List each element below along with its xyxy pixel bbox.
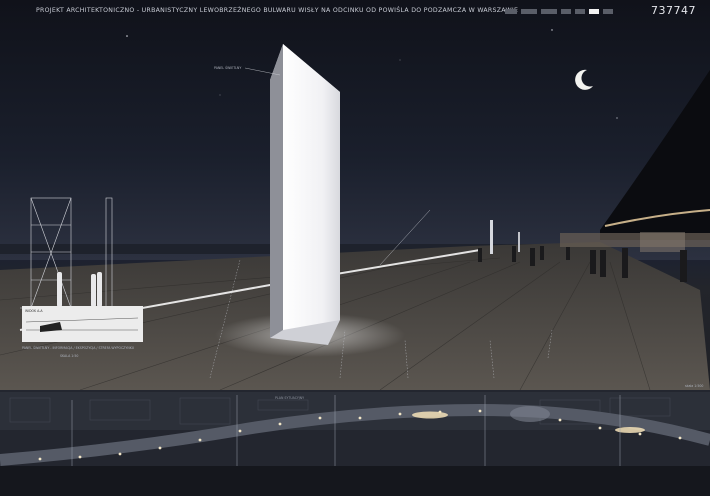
project-number: 737747 bbox=[651, 4, 696, 17]
section-label: WIDOK A-A bbox=[25, 309, 43, 313]
presentation-board: PROJEKT ARCHITEKTONICZNO - URBANISTYCZNY… bbox=[0, 0, 710, 496]
plan-label: PLAN SYTUACYJNY bbox=[275, 396, 305, 400]
sheet-tab-4[interactable] bbox=[561, 9, 571, 14]
sheet-tab-2[interactable] bbox=[521, 9, 537, 14]
river-plan bbox=[0, 466, 710, 496]
distant-post bbox=[490, 220, 493, 254]
sheet-tab-6-active[interactable] bbox=[589, 9, 599, 14]
sheet-tab-1[interactable] bbox=[505, 9, 517, 14]
sheet-tab-3[interactable] bbox=[541, 9, 557, 14]
pavilion-facade bbox=[560, 233, 710, 247]
legend-text: PANEL ŚWIETLNY - INFORMACJA / EKSPOZYCJA… bbox=[22, 346, 135, 350]
scale-label: SKALA 1:50 bbox=[60, 354, 79, 358]
monolith-edge bbox=[270, 44, 283, 338]
monolith-label: PANEL ŚWIETLNY bbox=[214, 66, 242, 70]
footer-scale: skala 1:500 bbox=[685, 384, 704, 388]
sheet-tab-5[interactable] bbox=[575, 9, 585, 14]
sheet-tab-7[interactable] bbox=[603, 9, 613, 14]
light-monolith bbox=[283, 44, 340, 330]
sheet-navigation bbox=[505, 9, 613, 14]
sky bbox=[0, 0, 710, 260]
night-render bbox=[0, 0, 710, 496]
board-title: PROJEKT ARCHITEKTONICZNO - URBANISTYCZNY… bbox=[36, 7, 519, 14]
